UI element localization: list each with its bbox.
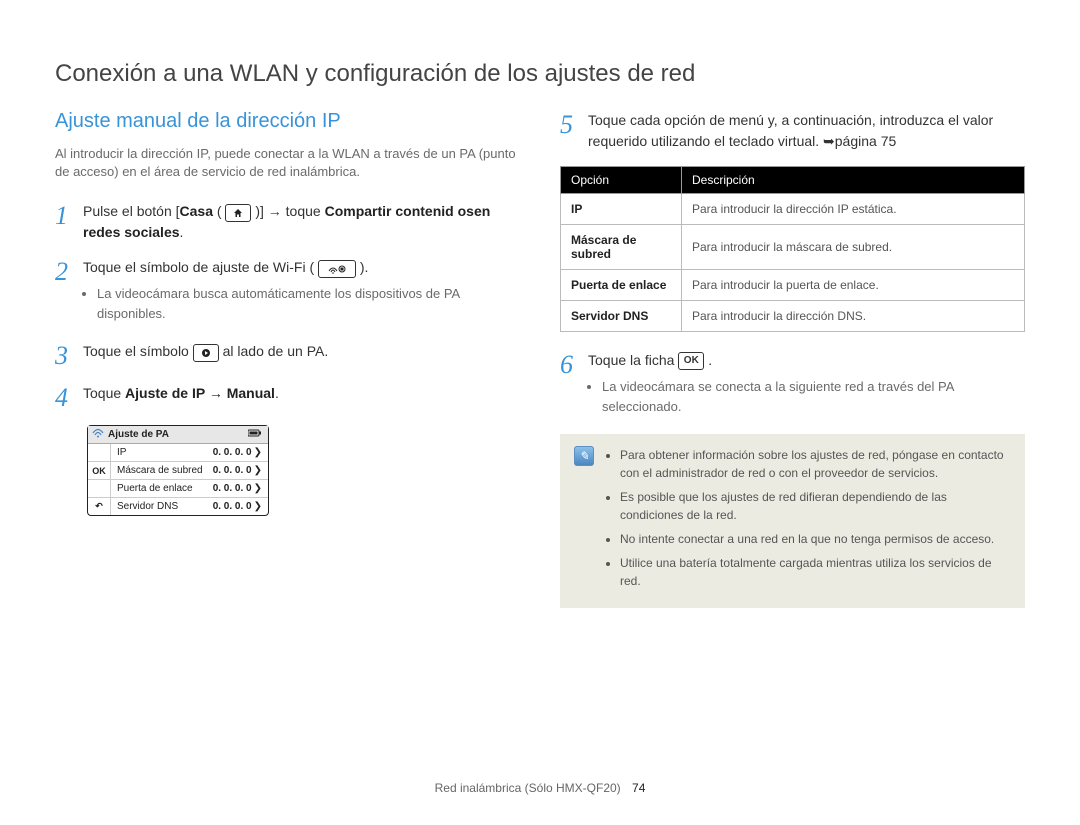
miniscreen-row-dns[interactable]: Servidor DNS 0. 0. 0. 0❯	[111, 498, 268, 515]
row-value: 0. 0. 0. 0	[213, 501, 252, 512]
row-value: 0. 0. 0. 0	[213, 483, 252, 494]
table-row: Servidor DNS Para introducir la direcció…	[561, 301, 1025, 332]
row-label: Máscara de subred	[117, 465, 203, 476]
note-item: Es posible que los ajustes de red difier…	[620, 488, 1011, 524]
miniscreen-row-ip[interactable]: IP 0. 0. 0. 0❯	[111, 444, 268, 462]
miniscreen-row-gateway[interactable]: Puerta de enlace 0. 0. 0. 0❯	[111, 480, 268, 498]
wifi-settings-icon	[318, 260, 356, 278]
next-arrow-icon	[193, 344, 219, 362]
opt-name: Servidor DNS	[561, 301, 682, 332]
page-footer: Red inalámbrica (Sólo HMX-QF20) 74	[0, 781, 1080, 795]
step-3: 3 Toque el símbolo al lado de un PA.	[55, 341, 520, 369]
step2-sub: La videocámara busca automáticamente los…	[83, 284, 520, 323]
table-row: Puerta de enlace Para introducir la puer…	[561, 270, 1025, 301]
chevron-right-icon: ❯	[254, 465, 262, 476]
opt-desc: Para introducir la dirección IP estática…	[682, 194, 1025, 225]
step1-text-c: )] → toque	[251, 203, 324, 219]
battery-icon	[248, 429, 262, 440]
step1-text-b: (	[213, 203, 225, 219]
step2-sub-item: La videocámara busca automáticamente los…	[97, 284, 520, 323]
opt-name: Puerta de enlace	[561, 270, 682, 301]
table-row: Máscara de subred Para introducir la más…	[561, 225, 1025, 270]
chevron-right-icon: ❯	[254, 447, 262, 458]
row-value: 0. 0. 0. 0	[213, 447, 252, 458]
right-column: 5 Toque cada opción de menú y, a continu…	[560, 110, 1025, 608]
intro-text: Al introducir la dirección IP, puede con…	[55, 145, 520, 181]
home-icon	[225, 204, 251, 222]
miniscreen-back-button[interactable]: ↶	[88, 498, 110, 515]
step3-text-a: Toque el símbolo	[83, 343, 193, 359]
step2-text-b: ).	[360, 259, 369, 275]
step6-text-b: .	[708, 352, 712, 368]
section-heading-ip: Ajuste manual de la dirección IP	[55, 110, 520, 133]
row-label: Puerta de enlace	[117, 483, 193, 494]
step2-text: Toque el símbolo de ajuste de Wi-Fi (	[83, 259, 318, 275]
row-label: Servidor DNS	[117, 501, 178, 512]
note-icon: ✎	[574, 446, 596, 596]
step-2: 2 Toque el símbolo de ajuste de Wi-Fi ( …	[55, 257, 520, 327]
step1-text-d: .	[180, 224, 184, 240]
step6-text-a: Toque la ficha	[588, 352, 678, 368]
ap-settings-miniscreen: Ajuste de PA OK ↶ IP 0. 0. 0. 0❯	[87, 425, 269, 516]
step5-text: Toque cada opción de menú y, a continuac…	[588, 112, 993, 149]
miniscreen-blank2	[88, 480, 110, 498]
step-1: 1 Pulse el botón [Casa ( )] → toque Comp…	[55, 201, 520, 243]
opt-name: IP	[561, 194, 682, 225]
step-number: 5	[560, 110, 588, 152]
note-box: ✎ Para obtener información sobre los aju…	[560, 434, 1025, 608]
miniscreen-title: Ajuste de PA	[108, 429, 169, 440]
step3-text-b: al lado de un PA.	[223, 343, 329, 359]
note-item: Utilice una batería totalmente cargada m…	[620, 554, 1011, 590]
left-column: Ajuste manual de la dirección IP Al intr…	[55, 110, 520, 608]
note-item: No intente conectar a una red en la que …	[620, 530, 1011, 548]
note-item: Para obtener información sobre los ajust…	[620, 446, 1011, 482]
miniscreen-header: Ajuste de PA	[88, 426, 268, 444]
step-number: 2	[55, 257, 83, 327]
page-number: 74	[632, 781, 645, 795]
step4-text-b: .	[275, 385, 279, 401]
table-header-option: Opción	[561, 167, 682, 194]
step6-sub-item: La videocámara se conecta a la siguiente…	[602, 377, 1025, 416]
miniscreen-list: IP 0. 0. 0. 0❯ Máscara de subred 0. 0. 0…	[111, 444, 268, 515]
step-5: 5 Toque cada opción de menú y, a continu…	[560, 110, 1025, 152]
step-number: 3	[55, 341, 83, 369]
row-value: 0. 0. 0. 0	[213, 465, 252, 476]
wifi-icon	[92, 428, 104, 441]
step-number: 4	[55, 383, 83, 411]
step6-sub: La videocámara se conecta a la siguiente…	[588, 377, 1025, 416]
opt-desc: Para introducir la puerta de enlace.	[682, 270, 1025, 301]
step1-casa: Casa	[180, 203, 213, 219]
step-6: 6 Toque la ficha OK . La videocámara se …	[560, 350, 1025, 420]
table-header-description: Descripción	[682, 167, 1025, 194]
two-column-layout: Ajuste manual de la dirección IP Al intr…	[55, 110, 1025, 608]
step4-bold: Ajuste de IP → Manual	[125, 385, 275, 401]
options-table: Opción Descripción IP Para introducir la…	[560, 166, 1025, 332]
miniscreen-ok-button[interactable]: OK	[88, 462, 110, 480]
opt-desc: Para introducir la dirección DNS.	[682, 301, 1025, 332]
note-list: Para obtener información sobre los ajust…	[604, 446, 1011, 596]
step-4: 4 Toque Ajuste de IP → Manual.	[55, 383, 520, 411]
chevron-right-icon: ❯	[254, 501, 262, 512]
row-label: IP	[117, 447, 126, 458]
opt-desc: Para introducir la máscara de subred.	[682, 225, 1025, 270]
miniscreen-side: OK ↶	[88, 444, 111, 515]
step-number: 6	[560, 350, 588, 420]
step4-text-a: Toque	[83, 385, 125, 401]
page-title: Conexión a una WLAN y configuración de l…	[55, 60, 1025, 88]
ok-button-icon: OK	[678, 352, 704, 370]
chevron-right-icon: ❯	[254, 483, 262, 494]
footer-text: Red inalámbrica (Sólo HMX-QF20)	[435, 781, 621, 795]
miniscreen-row-mask[interactable]: Máscara de subred 0. 0. 0. 0❯	[111, 462, 268, 480]
miniscreen-blank	[88, 444, 110, 462]
step-number: 1	[55, 201, 83, 243]
table-row: IP Para introducir la dirección IP estát…	[561, 194, 1025, 225]
step1-text-a: Pulse el botón [	[83, 203, 180, 219]
opt-name: Máscara de subred	[561, 225, 682, 270]
